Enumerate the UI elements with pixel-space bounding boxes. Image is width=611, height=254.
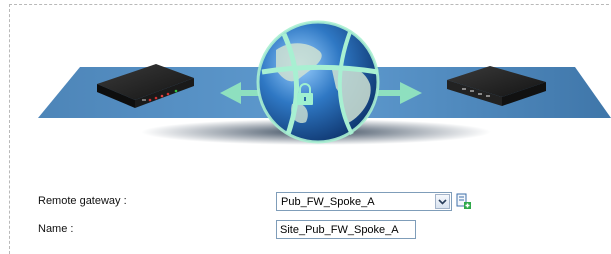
tunnel-form: Remote gateway : Pub_FW_Spoke_A Name :: [0, 188, 611, 247]
remote-gateway-value: Pub_FW_Spoke_A: [281, 196, 375, 208]
remote-gateway-select[interactable]: Pub_FW_Spoke_A: [276, 192, 452, 211]
remote-gateway-label: Remote gateway :: [38, 195, 127, 207]
name-field[interactable]: [276, 220, 416, 239]
vpn-illustration: [38, 20, 611, 145]
globe-icon: [256, 20, 380, 144]
name-label: Name :: [38, 223, 74, 235]
add-object-icon[interactable]: [456, 193, 472, 210]
chevron-down-icon[interactable]: [435, 194, 450, 209]
